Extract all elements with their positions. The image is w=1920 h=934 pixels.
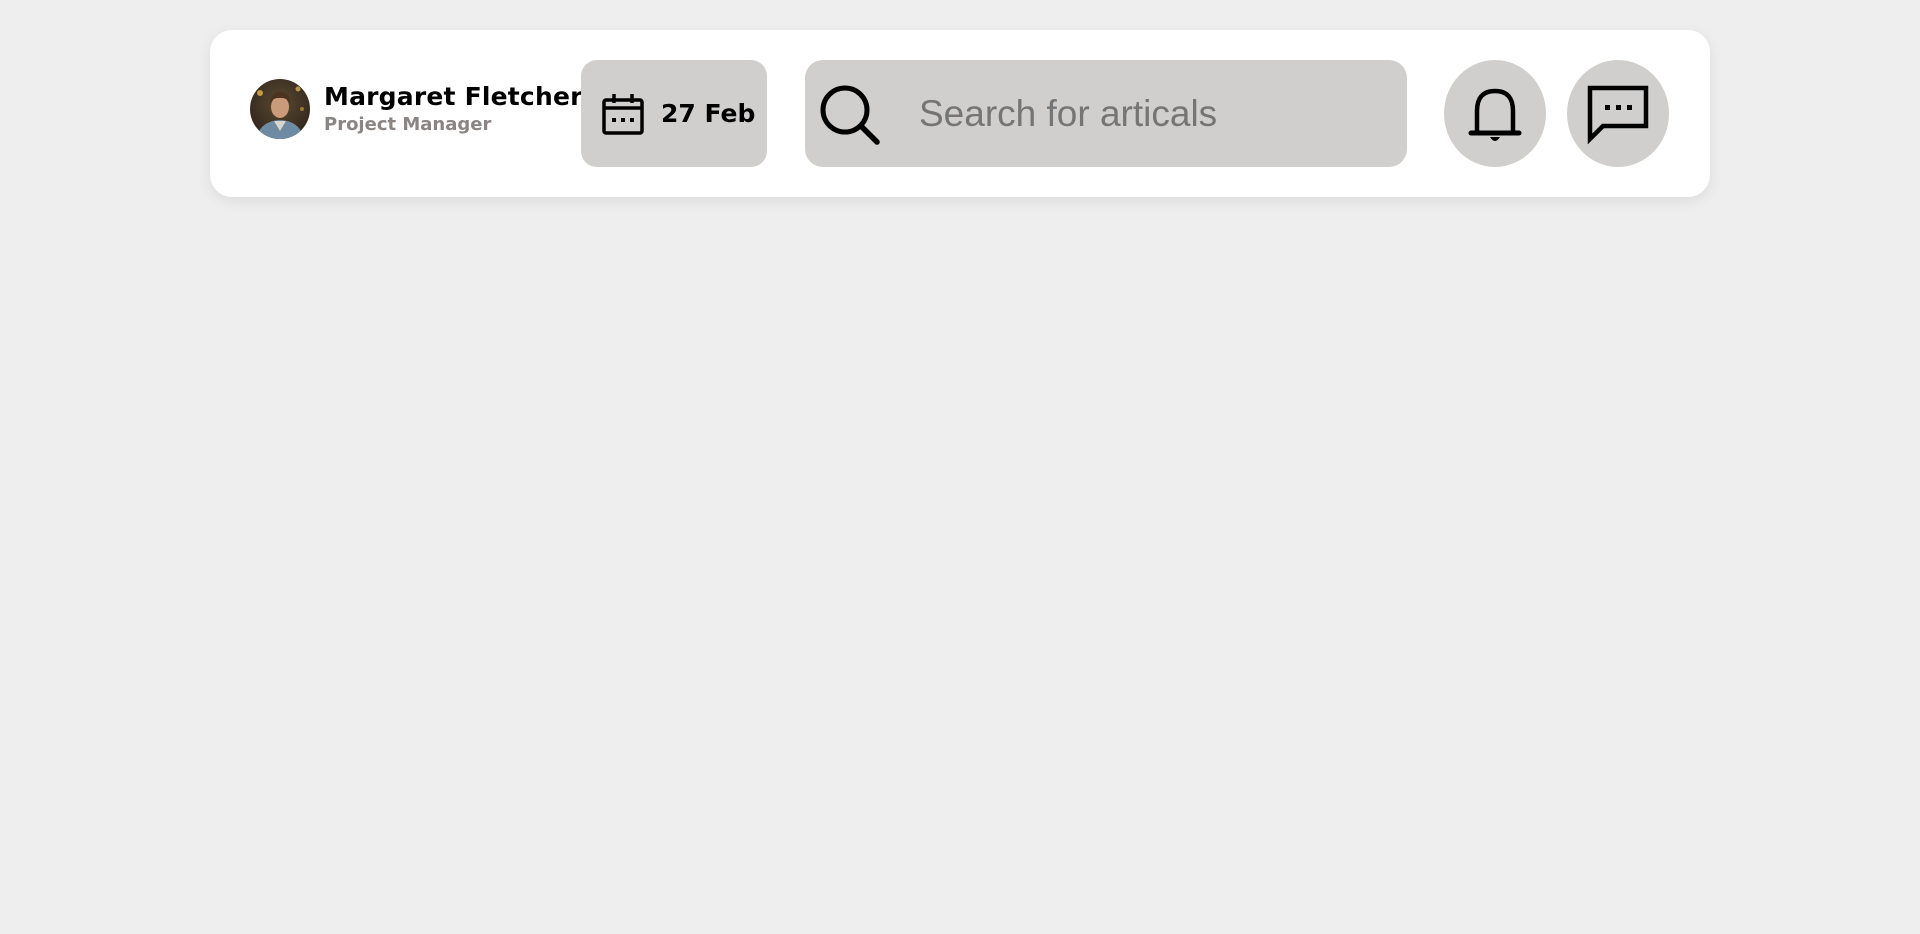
search-bar[interactable] [805,60,1407,167]
date-button[interactable]: 27 Feb [581,60,767,167]
user-name: Margaret Fletcher [324,82,583,111]
user-role: Project Manager [324,114,492,135]
date-label: 27 Feb [661,99,756,128]
top-bar: Margaret Fletcher Project Manager 27 Feb [210,30,1710,197]
messages-button[interactable] [1567,60,1669,167]
user-profile[interactable]: Margaret Fletcher Project Manager [250,79,583,139]
chat-bubble-icon [1587,85,1649,144]
notifications-button[interactable] [1444,60,1546,167]
avatar[interactable] [250,79,310,139]
search-input[interactable] [917,91,1381,136]
calendar-icon [602,93,644,135]
bell-icon [1468,88,1522,141]
search-icon[interactable] [817,82,881,146]
